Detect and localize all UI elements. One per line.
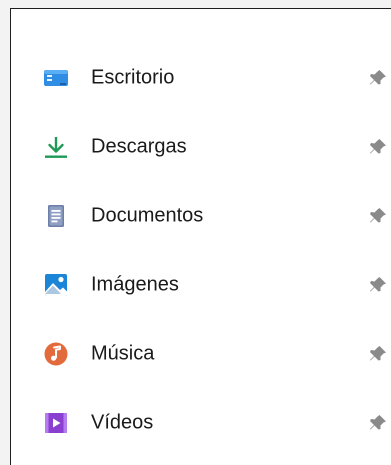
quick-access-label: Escritorio bbox=[91, 66, 175, 88]
quick-access-label: Música bbox=[91, 342, 155, 364]
downloads-icon bbox=[43, 134, 69, 160]
quick-access-item-videos[interactable]: Vídeos bbox=[11, 388, 391, 457]
quick-access-item-musica[interactable]: Música bbox=[11, 319, 391, 388]
videos-icon bbox=[43, 410, 69, 436]
pin-icon[interactable] bbox=[365, 203, 391, 229]
quick-access-item-descargas[interactable]: Descargas bbox=[11, 112, 391, 181]
quick-access-label: Vídeos bbox=[91, 411, 154, 433]
pin-icon[interactable] bbox=[365, 410, 391, 436]
quick-access-label: Descargas bbox=[91, 135, 187, 157]
desktop-icon bbox=[43, 65, 69, 91]
quick-access-panel: Escritorio Descargas Documentos Imágenes… bbox=[10, 8, 391, 465]
pin-icon[interactable] bbox=[365, 272, 391, 298]
pictures-icon bbox=[43, 272, 69, 298]
documents-icon bbox=[43, 203, 69, 229]
quick-access-list: Escritorio Descargas Documentos Imágenes… bbox=[11, 43, 391, 457]
pin-icon[interactable] bbox=[365, 134, 391, 160]
music-icon bbox=[43, 341, 69, 367]
quick-access-item-documentos[interactable]: Documentos bbox=[11, 181, 391, 250]
quick-access-label: Imágenes bbox=[91, 273, 179, 295]
pin-icon[interactable] bbox=[365, 65, 391, 91]
quick-access-item-escritorio[interactable]: Escritorio bbox=[11, 43, 391, 112]
pin-icon[interactable] bbox=[365, 341, 391, 367]
quick-access-item-imagenes[interactable]: Imágenes bbox=[11, 250, 391, 319]
quick-access-label: Documentos bbox=[91, 204, 204, 226]
